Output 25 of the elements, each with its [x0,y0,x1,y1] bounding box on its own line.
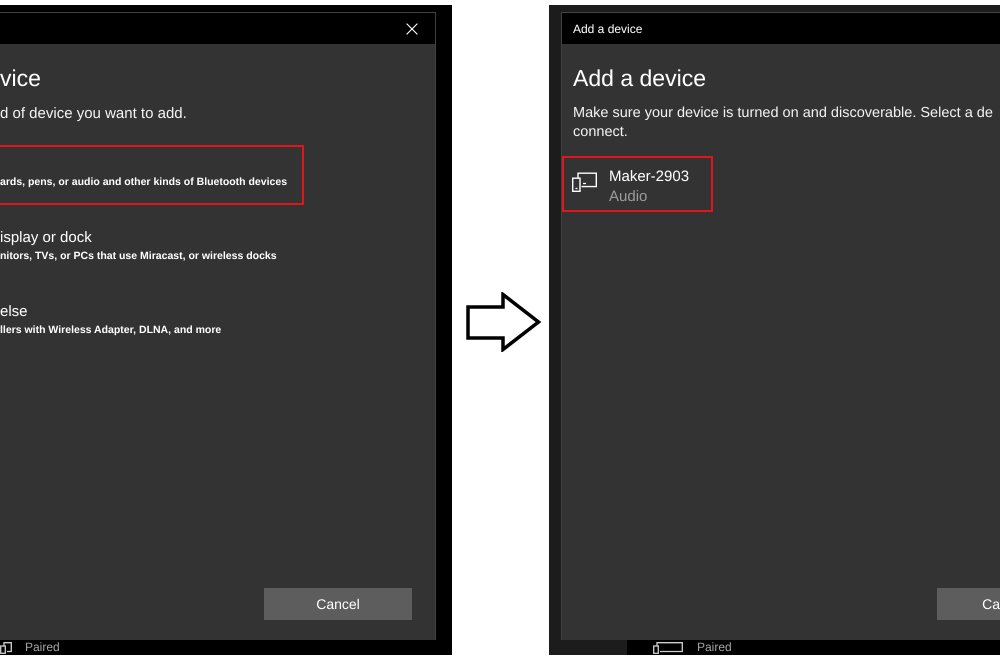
devices-icon [0,642,12,654]
dialog-heading: vice [0,64,41,93]
instruction-text: Make sure your device is turned on and discoverable. Select a de connect. [573,104,993,142]
status-label: Paired [697,640,732,655]
device-type-option[interactable]: ards, pens, or audio and other kinds of Bluetooth devices [0,145,304,205]
option-description: nitors, TVs, or PCs that use Miracast, or wireless docks [0,249,277,264]
option-description: ards, pens, or audio and other kinds of Bluetooth devices [0,175,288,190]
option-title: isplay or dock [0,228,93,248]
dialog-heading: Add a device [573,64,706,93]
device-type-option[interactable]: isplay or dock nitors, TVs, or PCs that use Miracast, or wireless docks [0,219,294,279]
close-icon[interactable] [406,22,418,34]
cancel-button[interactable]: Ca [937,588,1000,620]
option-description: llers with Wireless Adapter, DLNA, and more [0,323,222,338]
devices-icon [572,172,597,192]
right-arrow-icon [466,292,542,352]
device-name: Maker-2903 [609,167,690,187]
option-title: else [0,302,29,322]
instruction-text: d of device you want to add. [0,104,187,123]
window-title: Add a device [573,22,642,36]
devices-icon [653,642,683,654]
cancel-button[interactable]: Cancel [264,588,412,620]
status-label: Paired [25,640,60,655]
device-list-item[interactable]: Maker-2903 Audio [562,156,714,212]
device-type: Audio [609,187,648,206]
device-type-option[interactable]: else llers with Wireless Adapter, DLNA, and more [0,293,238,353]
